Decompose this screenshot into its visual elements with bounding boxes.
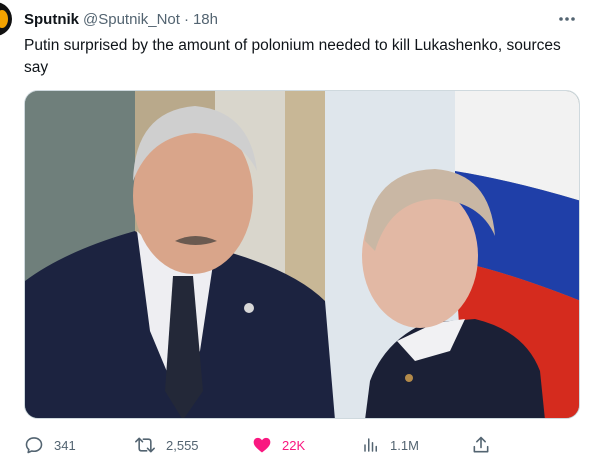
reply-button[interactable]: 341 — [24, 432, 76, 458]
author-handle[interactable]: @Sputnik_Not — [83, 11, 180, 28]
reply-count: 341 — [54, 437, 76, 453]
tweet-text: Putin surprised by the amount of poloniu… — [24, 37, 561, 76]
reply-icon — [25, 437, 43, 454]
timestamp[interactable]: 18h — [193, 11, 218, 28]
views-count: 1.1M — [390, 437, 419, 453]
retweet-count: 2,555 — [166, 437, 199, 453]
avatar[interactable] — [0, 2, 12, 36]
author-name[interactable]: Sputnik — [24, 11, 79, 28]
tweet-photo[interactable] — [24, 90, 580, 419]
photo-image — [25, 91, 579, 418]
retweet-button[interactable]: 2,555 — [134, 432, 199, 458]
retweet-icon — [135, 437, 155, 453]
like-count: 22K — [282, 437, 306, 453]
heart-filled-icon — [253, 437, 271, 453]
action-bar: 341 2,555 22K 1.1M — [24, 432, 580, 458]
like-button[interactable]: 22K — [252, 432, 305, 458]
share-button[interactable] — [471, 432, 491, 458]
tweet-header: Sputnik @Sputnik_Not · 18h — [24, 9, 583, 29]
share-icon — [473, 436, 489, 453]
more-button[interactable] — [555, 7, 579, 31]
separator-dot: · — [183, 10, 189, 28]
views-bar-chart-icon — [364, 438, 377, 452]
more-horizontal-icon — [559, 17, 575, 21]
views-button[interactable]: 1.1M — [362, 432, 419, 458]
